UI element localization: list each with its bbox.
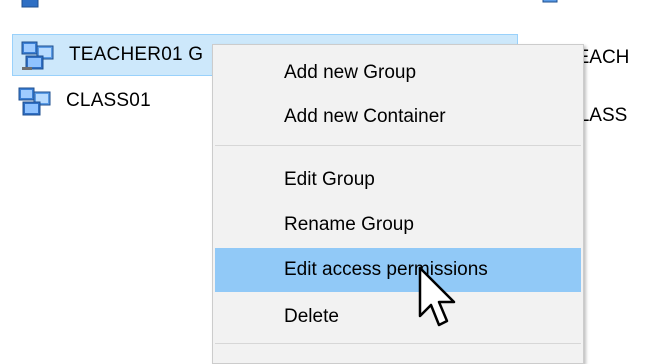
- menu-item-label: Edit Group: [284, 169, 375, 190]
- menu-item-edit-group[interactable]: Edit Group: [215, 158, 581, 202]
- menu-item-edit-access-permissions[interactable]: Edit access permissions: [215, 248, 581, 292]
- menu-item-delete[interactable]: Delete: [215, 295, 581, 339]
- context-menu: Add new Group Add new Container Edit Gro…: [212, 44, 584, 364]
- group-icon: [21, 0, 39, 8]
- menu-item-label: Delete: [284, 306, 339, 327]
- menu-item-label: Add new Container: [284, 106, 446, 127]
- menu-item-label: Add new Group: [284, 62, 417, 83]
- menu-item-label: Rename Group: [284, 214, 414, 235]
- group-icon: [16, 83, 56, 119]
- mouse-pointer-icon: [418, 266, 456, 327]
- group-icon: [542, 0, 558, 3]
- menu-separator: [215, 145, 581, 146]
- tree-item-label: CLASS01: [66, 90, 151, 111]
- menu-separator: [215, 343, 581, 344]
- group-icon: [19, 37, 59, 73]
- list-item-partial: [527, 0, 561, 14]
- tree-item-label: TEACHER01 G: [69, 44, 204, 65]
- tree-row-partial: [14, 0, 54, 14]
- menu-item-rename-group[interactable]: Rename Group: [215, 203, 581, 247]
- menu-item-add-new-container[interactable]: Add new Container: [215, 95, 581, 139]
- tree-item-class01[interactable]: CLASS01: [10, 80, 151, 122]
- menu-item-add-new-group[interactable]: Add new Group: [215, 51, 581, 95]
